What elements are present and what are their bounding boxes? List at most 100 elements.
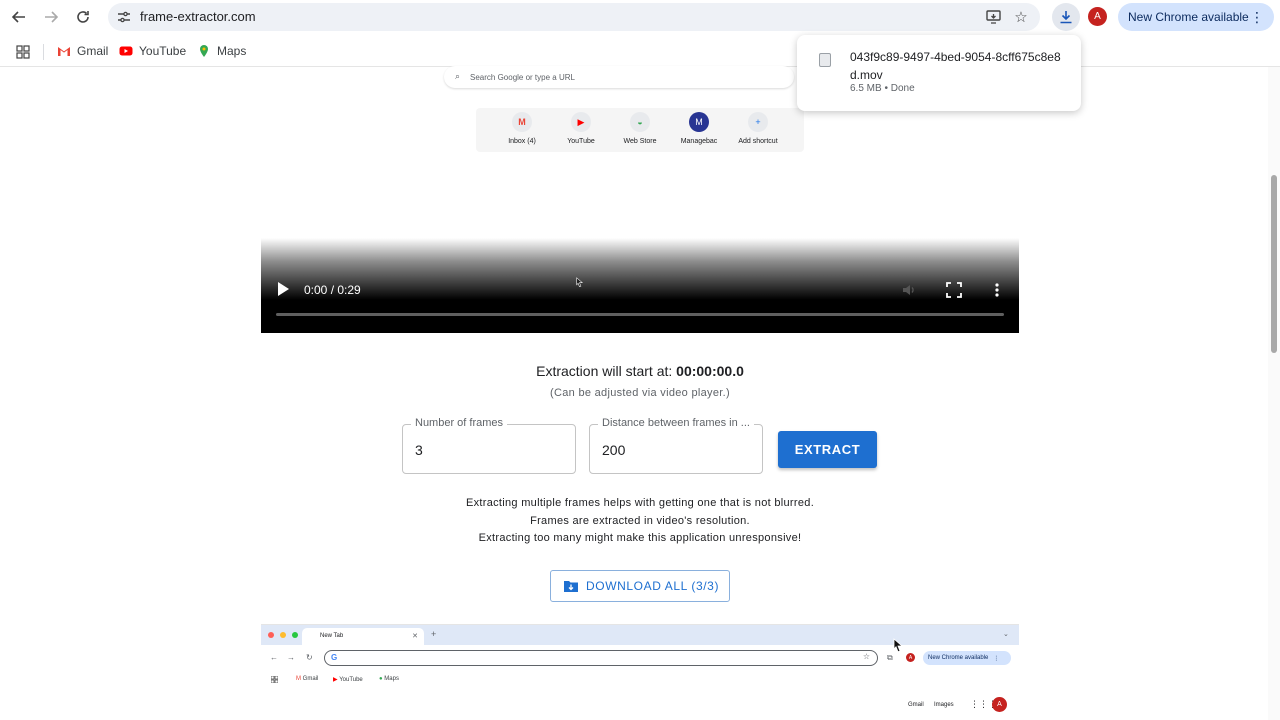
- frames-count-value[interactable]: 3: [415, 442, 423, 458]
- download-meta: 6.5 MB • Done: [850, 83, 915, 94]
- preview-bookmark-gmail: M Gmail: [296, 676, 318, 682]
- update-label: New Chrome available: [1128, 10, 1249, 24]
- apps-grid-icon[interactable]: [16, 45, 30, 59]
- apps-grid-icon: [271, 676, 278, 683]
- frame-search-placeholder: Search Google or type a URL: [470, 72, 575, 82]
- file-icon: [819, 53, 831, 67]
- scrollbar-thumb[interactable]: [1271, 175, 1277, 353]
- preview-avatar-large: A: [992, 697, 1007, 712]
- preview-bookmark-label: YouTube: [339, 677, 363, 683]
- bookmark-separator: [43, 44, 44, 60]
- minimize-dot: [280, 632, 286, 638]
- extraction-note: (Can be adjusted via video player.): [550, 387, 730, 399]
- preview-link-images: Images: [934, 702, 954, 708]
- bookmark-label: Maps: [217, 44, 247, 58]
- info-line: Extracting too many might make this appl…: [478, 532, 802, 544]
- frame-shortcuts: M Inbox (4) ▶ YouTube ◒ Web Store M Mana…: [476, 108, 804, 152]
- plus-icon: +: [748, 112, 768, 132]
- gmail-icon: [58, 47, 70, 56]
- frames-count-field[interactable]: Number of frames 3: [402, 417, 576, 474]
- frame-distance-field[interactable]: Distance between frames in ... 200: [589, 417, 763, 474]
- frame-distance-value[interactable]: 200: [602, 442, 625, 458]
- more-vert-icon: ⋮: [993, 655, 1000, 662]
- frames-count-label: Number of frames: [411, 417, 508, 429]
- url-text: frame-extractor.com: [140, 9, 256, 24]
- maps-icon: [200, 45, 208, 57]
- frame-shortcut-inbox: M Inbox (4): [492, 112, 552, 145]
- reload-icon: ↻: [306, 653, 313, 662]
- youtube-icon: ▶: [333, 677, 338, 683]
- play-icon[interactable]: [275, 280, 291, 298]
- site-info-icon[interactable]: [116, 9, 132, 25]
- reload-button[interactable]: [72, 6, 94, 28]
- bookmark-youtube[interactable]: YouTube: [119, 44, 186, 58]
- preview-link-gmail: Gmail: [908, 702, 924, 708]
- cursor-icon: [893, 638, 903, 652]
- managebac-icon: M: [689, 112, 709, 132]
- search-icon: ⌕: [455, 71, 461, 81]
- bookmark-label: YouTube: [139, 44, 187, 58]
- chevron-down-icon: ⌄: [1003, 631, 1009, 638]
- frame-distance-label: Distance between frames in ...: [598, 417, 754, 429]
- video-time: 0:00 / 0:29: [304, 283, 361, 297]
- preview-toolbar: ← → ↻ G ☆ ⧉ A New Chrome available ⋮: [261, 645, 1019, 671]
- preview-avatar: A: [906, 653, 915, 662]
- preview-bookmark-label: Maps: [384, 676, 399, 682]
- download-all-label: DOWNLOAD ALL (3/3): [586, 579, 720, 593]
- download-all-button[interactable]: DOWNLOAD ALL (3/3): [550, 570, 730, 602]
- downloads-popup: 043f9c89-9497-4bed-9054-8cff675c8e8d.mov…: [797, 35, 1081, 111]
- arrow-left-icon: [12, 11, 25, 23]
- preview-tab-title: New Tab: [320, 633, 344, 639]
- maximize-dot: [292, 632, 298, 638]
- fullscreen-icon[interactable]: [946, 282, 962, 298]
- back-button[interactable]: [8, 6, 30, 28]
- cursor-icon: [576, 277, 583, 287]
- extracted-frame-preview[interactable]: New Tab ✕ + ⌄ ← → ↻ G ☆ ⧉ A New Chrome a…: [261, 624, 1019, 720]
- preview-tab-strip: New Tab ✕ + ⌄: [261, 625, 1019, 645]
- bookmark-star-icon: ☆: [862, 652, 870, 661]
- close-icon: ✕: [412, 633, 418, 640]
- shortcut-label: Web Store: [623, 138, 657, 145]
- frame-shortcut-webstore: ◒ Web Store: [610, 112, 670, 145]
- volume-icon[interactable]: [901, 282, 917, 298]
- address-bar[interactable]: frame-extractor.com ☆: [108, 3, 1040, 31]
- reload-icon: [77, 11, 89, 23]
- video-player[interactable]: 0:00 / 0:29: [261, 238, 1019, 333]
- profile-avatar[interactable]: A: [1088, 7, 1107, 26]
- google-g-icon: G: [331, 653, 338, 662]
- frame-shortcut-managebac: M Managebac: [669, 112, 729, 145]
- video-progress-bar[interactable]: [276, 313, 1004, 316]
- preview-tab: New Tab ✕: [302, 628, 424, 645]
- bookmark-star-icon[interactable]: ☆: [1012, 8, 1030, 26]
- preview-omnibox: G ☆: [324, 650, 878, 666]
- more-vert-icon[interactable]: [989, 282, 1005, 298]
- info-line: Extracting multiple frames helps with ge…: [465, 497, 815, 509]
- downloads-button[interactable]: [1052, 3, 1080, 31]
- preview-update-pill: New Chrome available ⋮: [923, 651, 1011, 665]
- download-icon: [1060, 11, 1072, 24]
- arrow-left-icon: ←: [270, 653, 278, 662]
- maps-icon: ●: [379, 676, 383, 682]
- install-app-icon[interactable]: [984, 8, 1002, 26]
- page-scrollbar[interactable]: [1268, 67, 1280, 720]
- folder-download-icon: [564, 581, 578, 592]
- preview-update-label: New Chrome available: [928, 655, 989, 661]
- frame-shortcut-add: + Add shortcut: [728, 112, 788, 145]
- shortcut-label: Add shortcut: [738, 138, 778, 145]
- extract-button[interactable]: EXTRACT: [778, 431, 877, 468]
- shortcut-label: Inbox (4): [508, 138, 536, 145]
- bookmark-gmail[interactable]: Gmail: [57, 44, 108, 58]
- plus-icon: +: [431, 629, 437, 639]
- download-filename[interactable]: 043f9c89-9497-4bed-9054-8cff675c8e8d.mov: [850, 48, 1070, 84]
- bookmark-maps[interactable]: Maps: [197, 44, 246, 58]
- extraction-start-time: 00:00:00.0: [676, 363, 744, 379]
- update-chrome-button[interactable]: New Chrome available ⋮: [1118, 3, 1274, 31]
- gmail-icon: M: [296, 676, 301, 682]
- webstore-icon: ◒: [630, 112, 650, 132]
- frame-shortcut-youtube: ▶ YouTube: [551, 112, 611, 145]
- more-vert-icon: ⋮: [1250, 9, 1264, 25]
- preview-bookmark-maps: ● Maps: [379, 676, 399, 682]
- video-frame-content: ⌕ Search Google or type a URL M Inbox (4…: [440, 62, 812, 156]
- info-line: Frames are extracted in video's resoluti…: [530, 515, 750, 527]
- forward-button[interactable]: [40, 6, 62, 28]
